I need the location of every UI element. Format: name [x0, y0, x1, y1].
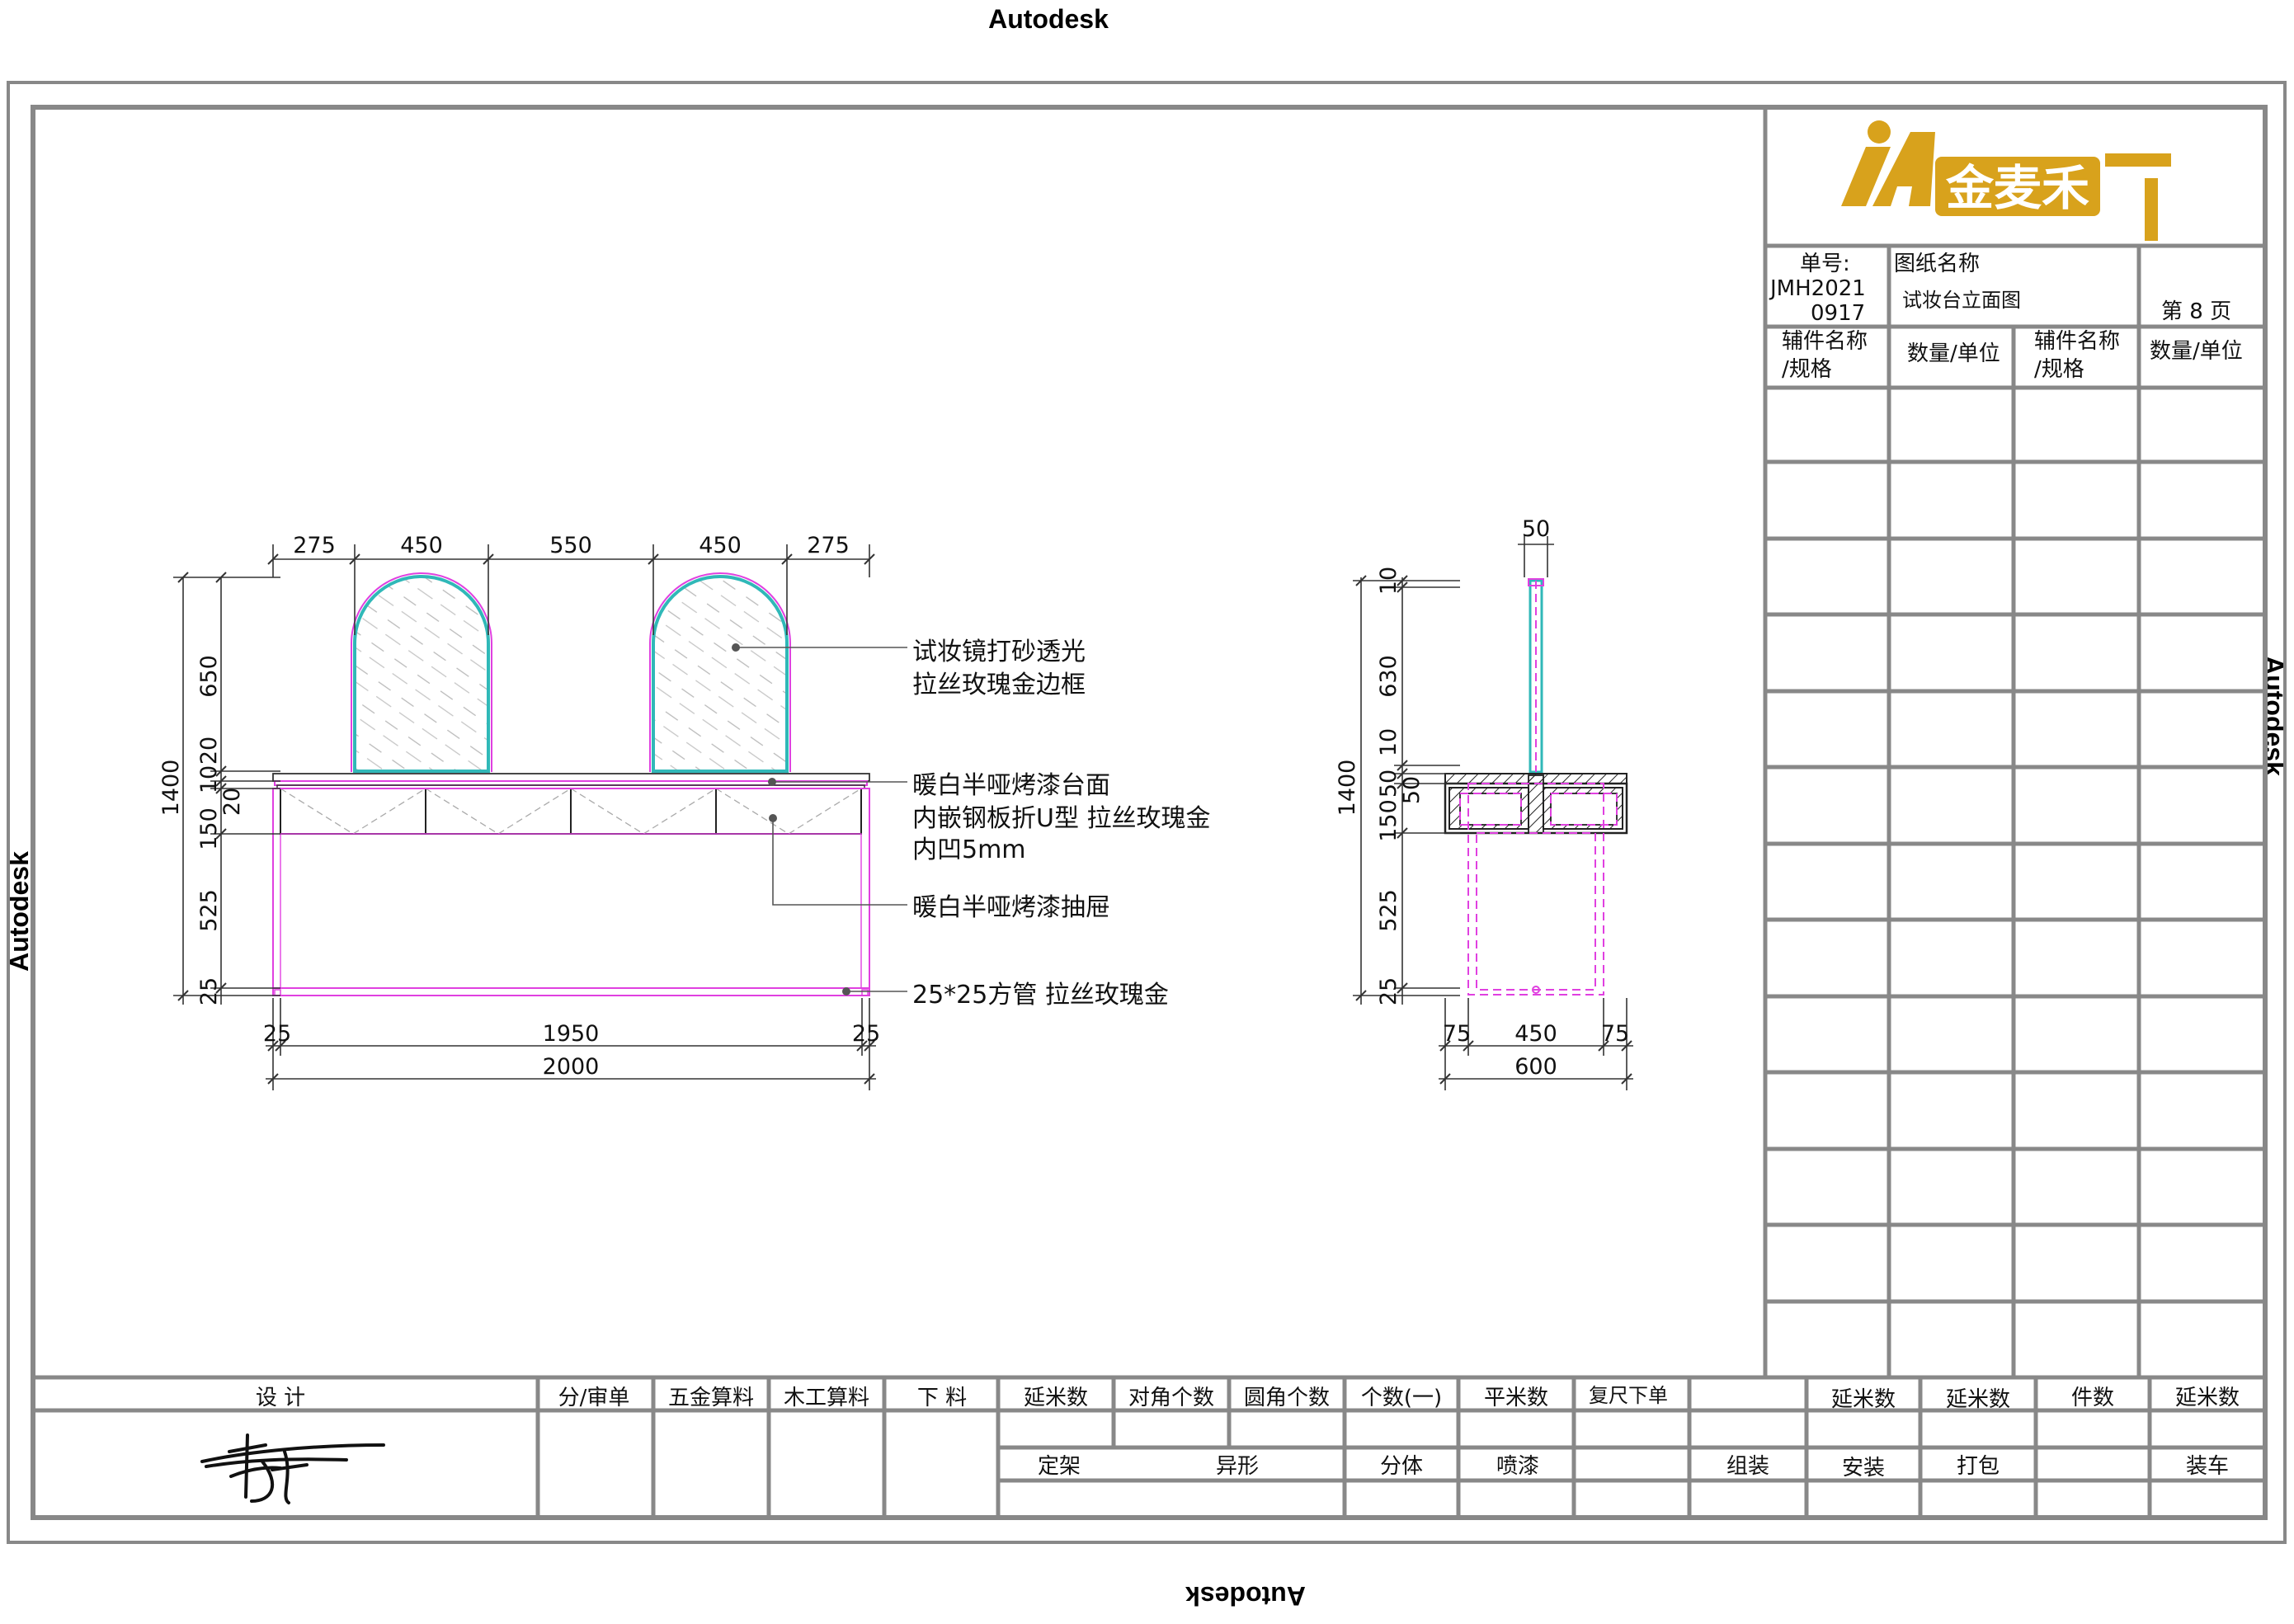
dim-left-525: 525: [196, 889, 222, 932]
side-dim-10-b: 10: [1376, 728, 1401, 756]
page-number: 第 8 页: [2161, 299, 2231, 324]
cell-install: 安装: [1842, 1456, 1885, 1480]
cell-paint: 喷漆: [1496, 1454, 1539, 1479]
side-dim-50-a: 50: [1376, 770, 1401, 798]
dim-top-275-left: 275: [293, 533, 336, 558]
dim-top-275-right: 275: [807, 533, 850, 558]
side-dim-25: 25: [1376, 977, 1401, 1005]
cell-hardware-calc: 五金算料: [668, 1386, 754, 1410]
col-part-name-line2: /规格: [1782, 357, 1832, 382]
side-dim-50-b: 50: [1399, 776, 1425, 804]
left-mirror: [353, 575, 490, 773]
side-dim-bottom-450: 450: [1514, 1021, 1557, 1047]
dim-top-550: 550: [549, 533, 592, 558]
side-dim-overall-width: 600: [1514, 1054, 1557, 1080]
cell-diagonal-count: 对角个数: [1128, 1386, 1214, 1410]
cell-assembly: 组装: [1726, 1454, 1769, 1479]
col-part-name2-line1: 辅件名称: [2034, 329, 2120, 354]
logo-text: 金麦禾: [1946, 160, 2089, 216]
watermark-top: Autodesk: [988, 4, 1109, 34]
cell-pieces: 件数: [2071, 1386, 2114, 1410]
designer-signature: [200, 1433, 385, 1504]
watermark-bottom: Autodesk: [1185, 1581, 1306, 1611]
side-view: 50 10 630 10 50 50 150 525 25 1400 75 45…: [1335, 516, 1633, 1090]
table-top: [272, 773, 870, 782]
callout-drawer: 暖白半哑烤漆抽屉: [912, 893, 1110, 922]
dim-overall-height: 1400: [158, 760, 184, 817]
dim-top-450-left: 450: [400, 533, 443, 558]
callouts: 试妆镜打砂透光 拉丝玫瑰金边框 暖白半哑烤漆台面 内嵌钢板折U型 拉丝玫瑰金 内…: [912, 638, 1211, 1010]
drawing-name: 试妆台立面图: [1902, 289, 2021, 312]
cell-count: 个数(一): [1361, 1386, 1442, 1410]
cell-linear-meters-2: 延米数: [1831, 1387, 1896, 1412]
company-logo: 金麦禾: [1841, 120, 2171, 241]
dim-bottom-25-right: 25: [852, 1021, 880, 1047]
side-dim-525: 525: [1376, 889, 1401, 932]
side-dim-top-50: 50: [1522, 516, 1550, 542]
cell-round-count: 圆角个数: [1244, 1386, 1330, 1410]
order-number-line1: JMH2021: [1769, 276, 1866, 301]
dim-left-20-a: 20: [196, 737, 222, 765]
dim-left-650: 650: [196, 655, 222, 698]
side-dim-150: 150: [1376, 799, 1401, 842]
front-view: 275 450 550 450 275 650 20 10 20 150 525…: [158, 533, 907, 1090]
cell-load: 装车: [2186, 1454, 2229, 1479]
order-label: 单号:: [1800, 252, 1850, 276]
dim-left-10: 10: [196, 765, 222, 793]
cell-wood-calc: 木工算料: [784, 1386, 869, 1410]
cell-pack: 打包: [1957, 1454, 2000, 1479]
cell-remeasure: 复尺下单: [1589, 1384, 1668, 1407]
col-part-name-line1: 辅件名称: [1782, 329, 1868, 354]
bottom-table-row2: 定架 异形 分体 喷漆 组装 安装 打包 装车: [1038, 1454, 2229, 1480]
cell-linear-meters: 延米数: [1024, 1386, 1088, 1410]
cell-design: 设 计: [256, 1386, 305, 1410]
cell-review: 分/审单: [558, 1386, 630, 1410]
dim-left-20-b: 20: [219, 788, 245, 816]
cell-split: 分体: [1380, 1454, 1423, 1479]
cell-cutting: 下 料: [917, 1386, 967, 1410]
drawing-sheet: Autodesk Autodesk Autodesk Autodesk 金麦禾 …: [4, 4, 2289, 1611]
cell-special-shape: 异形: [1216, 1454, 1259, 1479]
col-part-name2-line2: /规格: [2034, 357, 2084, 382]
callout-top-3: 内凹5mm: [912, 836, 1026, 864]
dim-left-25: 25: [196, 977, 222, 1005]
cell-fix-frame: 定架: [1038, 1454, 1081, 1479]
right-mirror: [652, 575, 789, 773]
cell-square-meters: 平米数: [1484, 1386, 1548, 1410]
cell-linear-meters-3: 延米数: [1946, 1387, 2010, 1412]
side-dim-overall-height: 1400: [1335, 760, 1360, 817]
callout-mirror-1: 试妆镜打砂透光: [912, 638, 1086, 666]
col-qty-unit2: 数量/单位: [2150, 339, 2243, 364]
side-dim-630: 630: [1376, 655, 1401, 698]
callout-top-1: 暖白半哑烤漆台面: [912, 771, 1110, 800]
dim-bottom-25-left: 25: [263, 1021, 291, 1047]
callout-mirror-2: 拉丝玫瑰金边框: [912, 671, 1086, 699]
dim-top-450-right: 450: [699, 533, 742, 558]
callout-tube: 25*25方管 拉丝玫瑰金: [912, 981, 1169, 1010]
cell-linear-meters-4: 延米数: [2175, 1386, 2240, 1410]
dim-bottom-1950: 1950: [543, 1021, 600, 1047]
callout-top-2: 内嵌钢板折U型 拉丝玫瑰金: [912, 804, 1211, 833]
order-number-line2: 0917: [1811, 301, 1865, 326]
dim-overall-width: 2000: [543, 1054, 600, 1080]
side-dim-bottom-75-right: 75: [1601, 1021, 1629, 1047]
side-dim-bottom-75-left: 75: [1443, 1021, 1471, 1047]
title-block-text: 单号: JMH2021 0917 图纸名称 试妆台立面图 第 8 页 辅件名称 …: [1769, 252, 2243, 382]
drawing-name-label: 图纸名称: [1894, 252, 1980, 276]
side-dim-10-a: 10: [1376, 567, 1401, 595]
bottom-table-row1: 设 计 分/审单 五金算料 木工算料 下 料 延米数 对角个数 圆角个数 个数(…: [256, 1384, 2240, 1412]
col-qty-unit: 数量/单位: [1907, 341, 2000, 366]
dim-left-150: 150: [196, 807, 222, 850]
